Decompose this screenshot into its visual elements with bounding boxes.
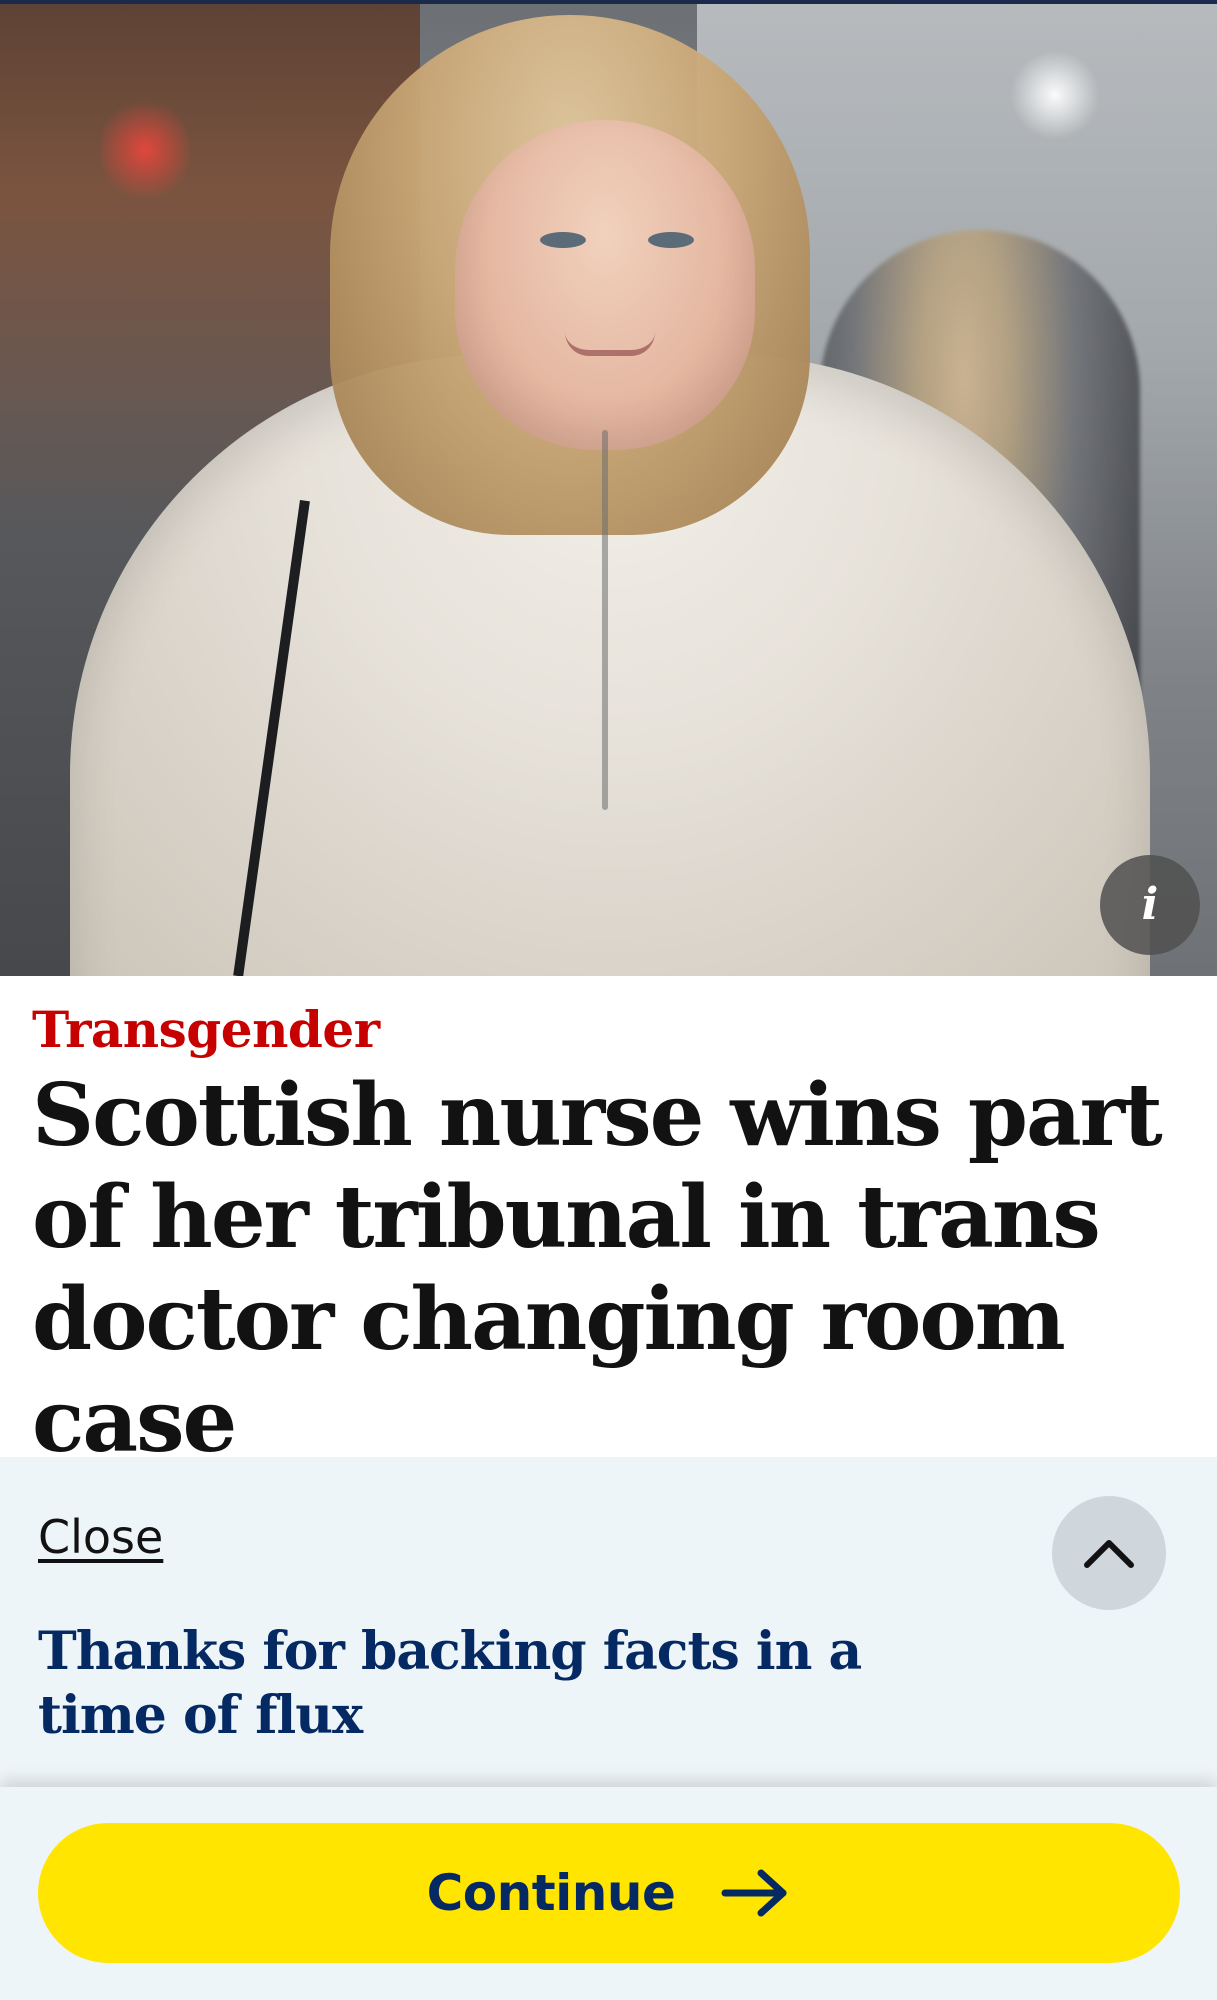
arrow-right-icon — [721, 1865, 791, 1921]
hero-image: i — [0, 0, 1217, 976]
info-button[interactable]: i — [1100, 855, 1200, 955]
hero-bokeh-red — [100, 95, 190, 205]
hero-bokeh-white — [1010, 50, 1100, 140]
support-message: Thanks for backing facts in a time of fl… — [38, 1621, 862, 1746]
continue-label: Continue — [426, 1864, 676, 1922]
hero-zip — [602, 430, 608, 810]
top-line — [0, 0, 1217, 4]
hero-face — [455, 120, 755, 450]
continue-button[interactable]: Continue — [38, 1823, 1180, 1963]
chevron-up-icon — [1082, 1535, 1136, 1571]
page-title: Scottish nurse wins part of her tribunal… — [32, 1065, 1163, 1472]
hero-eye-right — [648, 232, 694, 248]
close-link[interactable]: Close — [38, 1514, 163, 1560]
hero-mouth — [565, 332, 655, 356]
info-icon: i — [1141, 879, 1159, 930]
hero-eye-left — [540, 232, 586, 248]
kicker[interactable]: Transgender — [32, 1002, 380, 1057]
collapse-button[interactable] — [1052, 1496, 1166, 1610]
